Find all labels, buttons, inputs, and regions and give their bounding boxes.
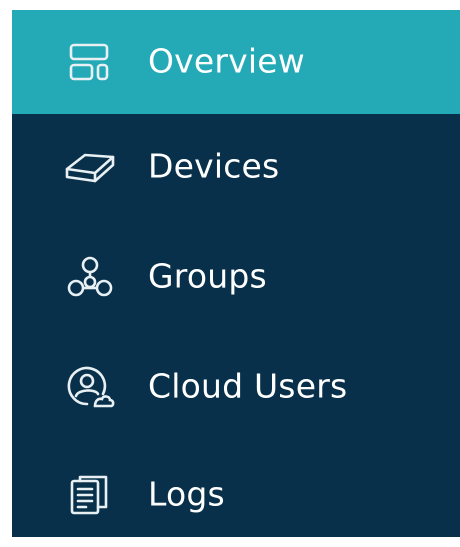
sidebar-nav: Overview Devices Groups Cloud Users Logs bbox=[12, 10, 460, 537]
sidebar-item-label: Logs bbox=[148, 474, 225, 514]
sidebar-item-logs[interactable]: Logs bbox=[12, 443, 460, 547]
logs-icon bbox=[62, 471, 118, 519]
layout-grid-icon bbox=[62, 38, 118, 86]
sidebar-item-cloud-users[interactable]: Cloud Users bbox=[12, 335, 460, 439]
sidebar-item-devices[interactable]: Devices bbox=[12, 115, 460, 219]
groups-icon bbox=[62, 253, 118, 301]
sidebar-item-label: Devices bbox=[148, 146, 280, 186]
sidebar-item-label: Cloud Users bbox=[148, 366, 348, 406]
device-icon bbox=[62, 143, 118, 191]
sidebar-item-label: Groups bbox=[148, 256, 267, 296]
cloud-users-icon bbox=[62, 363, 118, 411]
sidebar-item-overview[interactable]: Overview bbox=[12, 10, 460, 114]
sidebar-item-label: Overview bbox=[148, 41, 305, 81]
sidebar-item-groups[interactable]: Groups bbox=[12, 225, 460, 329]
